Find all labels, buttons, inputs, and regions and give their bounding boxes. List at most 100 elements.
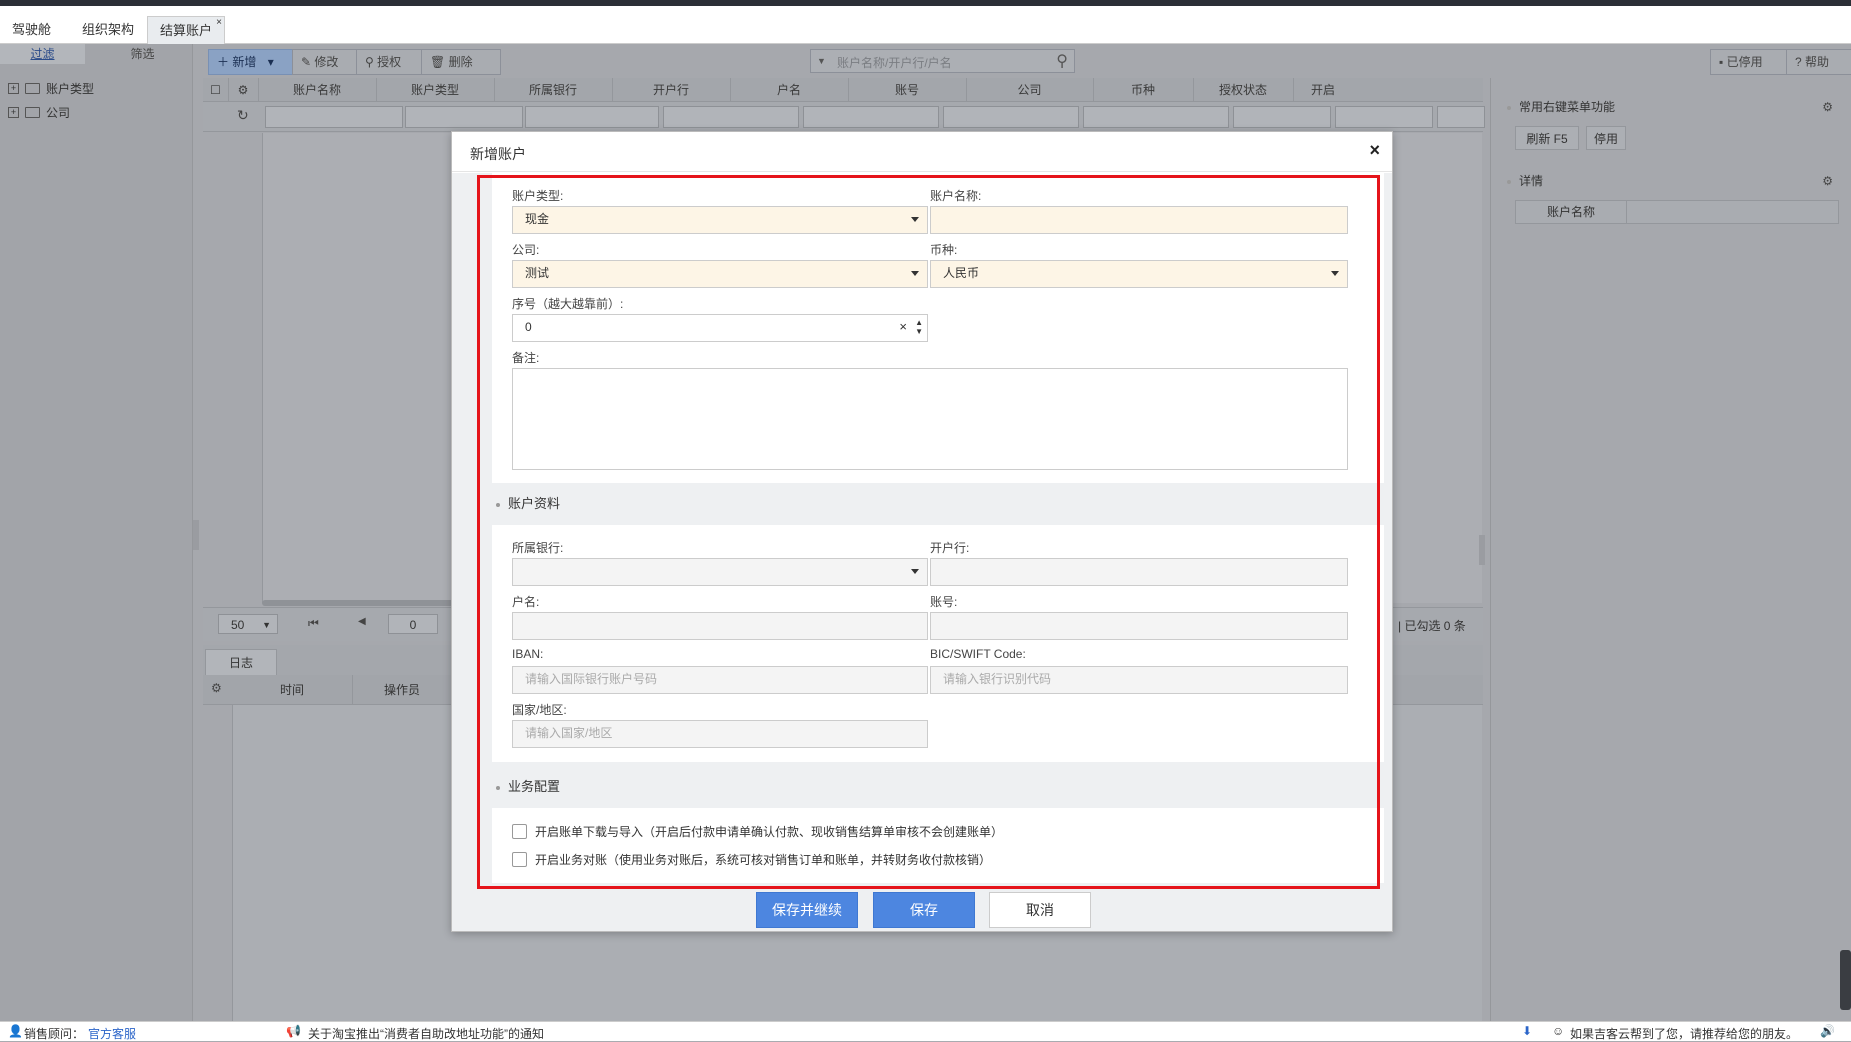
advisor-label: 销售顾问： <box>24 1027 85 1041</box>
filter-select[interactable] <box>525 106 659 128</box>
save-continue-button[interactable]: 保存并继续 <box>756 892 858 928</box>
menu-title: 常用右键菜单功能 <box>1519 100 1616 114</box>
column-header[interactable]: 户名 <box>730 78 849 102</box>
refresh-button[interactable]: 刷新 F5 <box>1515 126 1579 150</box>
megaphone-icon: 📢 <box>286 1024 301 1038</box>
delete-button[interactable]: 🗑 删除 <box>421 49 501 75</box>
help-button[interactable]: ? 帮助 <box>1786 49 1851 75</box>
collapse-handle-left[interactable] <box>193 520 199 550</box>
panel-section-title: 常用右键菜单功能 <box>1507 98 1615 115</box>
column-header[interactable]: 开启 <box>1293 78 1353 102</box>
expand-icon[interactable]: + <box>8 83 19 94</box>
speaker-icon[interactable]: 🔊 <box>1820 1024 1835 1038</box>
chevron-down-icon: ▼ <box>262 620 271 630</box>
detail-table: 账户名称 <box>1515 200 1839 224</box>
prev-page-icon[interactable]: ◀ <box>358 616 366 627</box>
horizontal-scrollbar[interactable] <box>262 600 462 606</box>
gear-icon[interactable]: ⚙ <box>1822 100 1833 114</box>
tab-select[interactable]: 筛选 <box>95 44 190 64</box>
column-header[interactable]: 币种 <box>1093 78 1194 102</box>
filter-input[interactable] <box>943 106 1079 128</box>
disabled-label: 已停用 <box>1726 55 1763 69</box>
tab-cockpit[interactable]: 驾驶舱 <box>0 16 63 44</box>
filter-input[interactable] <box>265 106 403 128</box>
help-label: 帮助 <box>1805 55 1830 69</box>
disable-button[interactable]: 停用 <box>1586 126 1626 150</box>
column-header[interactable]: 账号 <box>848 78 967 102</box>
page-size-value: 50 <box>231 618 245 632</box>
column-header[interactable]: 公司 <box>966 78 1094 102</box>
filter-input[interactable] <box>1437 106 1485 128</box>
tab-org[interactable]: 组织架构 <box>70 16 146 44</box>
tree-item-label: 账户类型 <box>46 82 95 96</box>
gear-icon[interactable]: ⚙ <box>211 681 222 695</box>
filter-select[interactable] <box>405 106 523 128</box>
smile-icon: ☺ <box>1552 1024 1565 1038</box>
gear-icon[interactable]: ⚙ <box>228 78 259 102</box>
collapse-handle-right[interactable] <box>1479 535 1485 565</box>
tree-item-label: 公司 <box>46 106 71 120</box>
panel-section-title: 详情 <box>1507 172 1543 189</box>
first-page-icon[interactable]: ⏮ <box>308 616 319 631</box>
filter-select[interactable] <box>1083 106 1229 128</box>
add-label: 新增 <box>232 55 257 69</box>
delete-label: 删除 <box>448 55 473 69</box>
tab-filter[interactable]: 过滤 <box>0 44 85 64</box>
user-icon: 👤 <box>8 1024 23 1038</box>
tab-settlement-account[interactable]: 结算账户 × <box>147 16 226 45</box>
expand-icon[interactable]: + <box>8 107 19 118</box>
dialog-title: 新增账户 <box>470 146 526 162</box>
filter-select[interactable] <box>1335 106 1433 128</box>
close-icon[interactable]: × <box>216 9 222 37</box>
dialog-footer: 保存并继续 保存 取消 <box>452 883 1392 931</box>
disabled-button[interactable]: ▪ 已停用 <box>1710 49 1798 75</box>
grid-filter-row: ↻ <box>203 102 1485 132</box>
highlight-box <box>477 175 1380 889</box>
select-all-checkbox[interactable]: ☐ <box>203 78 229 102</box>
detail-column-header: 账户名称 <box>1516 201 1627 223</box>
tab-label: 结算账户 <box>160 23 213 38</box>
grid-header: ☐ ⚙ 账户名称 账户类型 所属银行 开户行 户名 账号 公司 币种 授权状态 … <box>203 78 1483 102</box>
column-header[interactable]: 授权状态 <box>1193 78 1294 102</box>
selected-count: | 已勾选 0 条 <box>1398 619 1466 633</box>
page-input[interactable]: 0 <box>388 614 438 634</box>
search-box[interactable]: ▼ 账户名称/开户行/户名 ⚲ <box>810 49 1075 73</box>
column-header[interactable]: 所属银行 <box>494 78 613 102</box>
side-widget[interactable] <box>1840 950 1851 1010</box>
tree-item-company[interactable]: + 公司 <box>8 104 70 121</box>
right-panel: 常用右键菜单功能 ⚙ 刷新 F5 停用 详情 ⚙ 账户名称 <box>1490 78 1845 1021</box>
column-header[interactable]: 账户名称 <box>258 78 377 102</box>
refresh-icon[interactable]: ↻ <box>237 107 249 124</box>
dialog-header: 新增账户 × <box>452 132 1392 172</box>
column-header[interactable]: 账户类型 <box>376 78 495 102</box>
search-input[interactable]: 账户名称/开户行/户名 <box>837 54 952 71</box>
add-button[interactable]: ＋ 新增 ▾ <box>208 49 304 75</box>
page-size-select[interactable]: 50 ▼ <box>218 614 278 634</box>
notice-link[interactable]: 关于淘宝推出“消费者自助改地址功能”的通知 <box>308 1025 544 1042</box>
log-column-header[interactable]: 时间 <box>232 675 353 705</box>
column-header[interactable]: 开户行 <box>612 78 731 102</box>
tab-bar: 驾驶舱 组织架构 结算账户 × <box>0 6 1851 45</box>
filter-input[interactable] <box>663 106 799 128</box>
folder-icon <box>25 107 40 118</box>
download-icon[interactable]: ⬇ <box>1522 1024 1532 1038</box>
share-text: 如果吉客云帮到了您，请推荐给您的朋友。 <box>1570 1027 1799 1041</box>
gear-icon[interactable]: ⚙ <box>1822 174 1833 188</box>
authorize-label: 授权 <box>377 55 402 69</box>
tree-item-account-type[interactable]: + 账户类型 <box>8 80 94 97</box>
chevron-down-icon[interactable]: ▼ <box>817 56 826 66</box>
save-button[interactable]: 保存 <box>873 892 975 928</box>
filter-input[interactable] <box>803 106 939 128</box>
detail-title: 详情 <box>1519 174 1544 188</box>
tab-log[interactable]: 日志 <box>205 649 277 675</box>
advisor-link[interactable]: 官方客服 <box>88 1025 136 1042</box>
folder-icon <box>25 83 40 94</box>
filter-select[interactable] <box>1233 106 1331 128</box>
close-icon[interactable]: × <box>1369 140 1380 161</box>
search-icon[interactable]: ⚲ <box>1056 51 1068 71</box>
chevron-down-icon[interactable]: ▾ <box>268 55 274 69</box>
status-bar: 👤 销售顾问： 官方客服 📢 关于淘宝推出“消费者自助改地址功能”的通知 ⬇ ☺… <box>0 1021 1851 1041</box>
cancel-button[interactable]: 取消 <box>989 892 1091 928</box>
log-column-header[interactable]: 操作员 <box>352 675 452 705</box>
edit-label: 修改 <box>314 55 339 69</box>
